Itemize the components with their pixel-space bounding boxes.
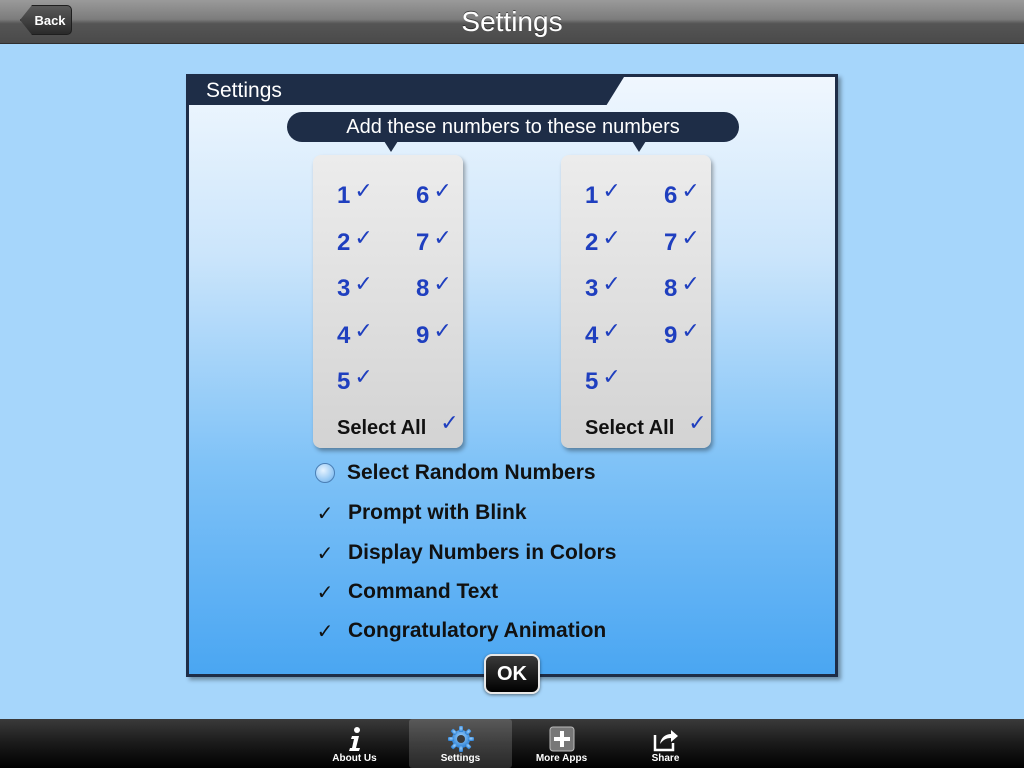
option-label: Prompt with Blink xyxy=(348,501,527,524)
option-label: Command Text xyxy=(348,580,499,603)
number-label: 2 xyxy=(337,229,351,256)
option-label: Select Random Numbers xyxy=(347,461,596,484)
left-number-9[interactable]: 9 ✓ xyxy=(416,318,452,351)
left-number-5[interactable]: 5 ✓ xyxy=(337,364,373,397)
checkmark-icon: ✓ xyxy=(354,364,373,389)
panel-title: Settings xyxy=(206,79,282,102)
right-number-7[interactable]: 7 ✓ xyxy=(664,225,700,258)
checkmark-icon: ✓ xyxy=(602,271,621,296)
checkmark-icon: ✓ xyxy=(602,225,621,250)
number-label: 1 xyxy=(585,182,599,209)
checkmark-icon: ✓ xyxy=(602,364,621,389)
tab-label: Settings xyxy=(440,753,481,764)
share-icon xyxy=(614,725,717,753)
right-pointer xyxy=(632,141,646,152)
left-number-6[interactable]: 6 ✓ xyxy=(416,178,452,211)
left-pointer xyxy=(384,141,398,152)
checkmark-icon[interactable]: ✓ xyxy=(314,501,336,526)
left-number-box: 1 ✓ 2 ✓ 3 ✓ 4 ✓ 5 ✓ 6 ✓ 7 ✓ 8 ✓ 9 ✓ Select All ✓ xyxy=(313,155,463,448)
checkmark-icon: ✓ xyxy=(688,410,707,435)
checkmark-icon: ✓ xyxy=(354,225,373,250)
left-number-3[interactable]: 3 ✓ xyxy=(337,271,373,304)
gear-icon xyxy=(409,725,512,753)
checkmark-icon: ✓ xyxy=(354,178,373,203)
checkmark-icon: ✓ xyxy=(602,178,621,203)
checkmark-icon: ✓ xyxy=(354,271,373,296)
number-label: 8 xyxy=(416,275,430,302)
left-number-4[interactable]: 4 ✓ xyxy=(337,318,373,351)
number-label: 3 xyxy=(585,275,599,302)
right-number-6[interactable]: 6 ✓ xyxy=(664,178,700,211)
tab-label: More Apps xyxy=(535,753,588,764)
number-label: 5 xyxy=(585,368,599,395)
checkmark-icon: ✓ xyxy=(433,318,452,343)
page-title: Settings xyxy=(461,6,563,37)
checkmark-icon: ✓ xyxy=(433,178,452,203)
left-select-all[interactable]: Select All ✓ xyxy=(337,410,459,443)
radio-icon[interactable] xyxy=(315,463,335,483)
option-label: Congratulatory Animation xyxy=(348,619,607,642)
settings-panel: Settings Add these numbers to these numb… xyxy=(186,74,838,677)
number-label: 1 xyxy=(337,182,351,209)
right-number-3[interactable]: 3 ✓ xyxy=(585,271,621,304)
number-label: 9 xyxy=(664,322,678,349)
checkmark-icon[interactable]: ✓ xyxy=(314,580,336,605)
plus-icon xyxy=(510,725,613,753)
number-label: 8 xyxy=(664,275,678,302)
right-number-9[interactable]: 9 ✓ xyxy=(664,318,700,351)
tab-label: Share xyxy=(651,753,680,764)
option-congratulatory-animation[interactable]: ✓ Congratulatory Animation xyxy=(314,616,607,646)
right-number-5[interactable]: 5 ✓ xyxy=(585,364,621,397)
tab-about-us[interactable]: About Us xyxy=(303,719,406,768)
top-navigation-bar: Settings Back xyxy=(0,0,1024,44)
select-all-label: Select All xyxy=(585,416,675,439)
tab-share[interactable]: Share xyxy=(614,719,717,768)
checkmark-icon: ✓ xyxy=(433,271,452,296)
tab-more-apps[interactable]: More Apps xyxy=(510,719,613,768)
right-number-box: 1 ✓ 2 ✓ 3 ✓ 4 ✓ 5 ✓ 6 ✓ 7 ✓ 8 ✓ 9 ✓ Select All ✓ xyxy=(561,155,711,448)
option-command-text[interactable]: ✓ Command Text xyxy=(314,577,499,607)
number-label: 5 xyxy=(337,368,351,395)
checkmark-icon: ✓ xyxy=(681,178,700,203)
left-number-1[interactable]: 1 ✓ xyxy=(337,178,373,211)
tab-settings[interactable]: Settings xyxy=(409,719,512,768)
option-label: Display Numbers in Colors xyxy=(348,541,617,564)
checkmark-icon[interactable]: ✓ xyxy=(314,619,336,644)
number-label: 6 xyxy=(416,182,430,209)
checkmark-icon: ✓ xyxy=(602,318,621,343)
bottom-tab-bar: About Us Settings More Apps Share xyxy=(0,719,1024,768)
option-select-random-numbers[interactable]: Select Random Numbers xyxy=(314,458,596,488)
option-prompt-with-blink[interactable]: ✓ Prompt with Blink xyxy=(314,498,527,528)
checkmark-icon: ✓ xyxy=(681,271,700,296)
right-number-2[interactable]: 2 ✓ xyxy=(585,225,621,258)
checkmark-icon: ✓ xyxy=(681,225,700,250)
number-label: 2 xyxy=(585,229,599,256)
number-label: 7 xyxy=(416,229,430,256)
left-number-7[interactable]: 7 ✓ xyxy=(416,225,452,258)
number-label: 4 xyxy=(585,322,599,349)
checkmark-icon[interactable]: ✓ xyxy=(314,541,336,566)
select-all-label: Select All xyxy=(337,416,427,439)
numbers-header: Add these numbers to these numbers xyxy=(287,112,739,142)
number-label: 3 xyxy=(337,275,351,302)
right-number-1[interactable]: 1 ✓ xyxy=(585,178,621,211)
option-display-numbers-in-colors[interactable]: ✓ Display Numbers in Colors xyxy=(314,538,617,568)
checkmark-icon: ✓ xyxy=(354,318,373,343)
checkmark-icon: ✓ xyxy=(681,318,700,343)
left-number-8[interactable]: 8 ✓ xyxy=(416,271,452,304)
number-label: 6 xyxy=(664,182,678,209)
checkmark-icon: ✓ xyxy=(433,225,452,250)
right-number-4[interactable]: 4 ✓ xyxy=(585,318,621,351)
tab-label: About Us xyxy=(332,753,377,764)
right-select-all[interactable]: Select All ✓ xyxy=(585,410,707,443)
number-label: 9 xyxy=(416,322,430,349)
left-number-2[interactable]: 2 ✓ xyxy=(337,225,373,258)
right-number-8[interactable]: 8 ✓ xyxy=(664,271,700,304)
number-label: 7 xyxy=(664,229,678,256)
checkmark-icon: ✓ xyxy=(440,410,459,435)
info-icon xyxy=(303,725,406,753)
number-label: 4 xyxy=(337,322,351,349)
ok-button[interactable]: OK xyxy=(484,654,540,694)
